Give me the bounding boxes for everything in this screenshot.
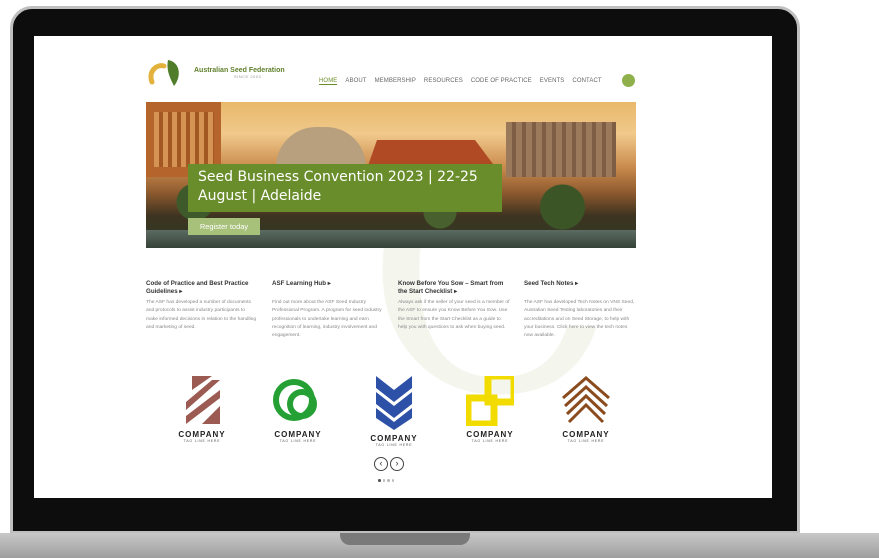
logo-subtitle: SINCE 2003 xyxy=(234,74,262,79)
feature-columns: Code of Practice and Best Practice Guide… xyxy=(146,280,636,340)
partner-name: COMPANY xyxy=(562,430,610,439)
hero-headline: Seed Business Convention 2023 | 22-25 Au… xyxy=(188,164,502,212)
feature-title-link[interactable]: Seed Tech Notes ▸ xyxy=(524,280,636,296)
partner-tagline: TAG LINE HERE xyxy=(279,439,317,443)
feature-title-link[interactable]: Code of Practice and Best Practice Guide… xyxy=(146,280,258,296)
feature-body: Always ask if the seller of your seed is… xyxy=(398,300,510,330)
nav-resources[interactable]: RESOURCES xyxy=(424,78,463,85)
nav-about[interactable]: ABOUT xyxy=(345,78,366,85)
feature-body: The ASF has developed a number of docume… xyxy=(146,300,257,330)
arrow-icon: ▸ xyxy=(454,287,458,295)
rings-logo-icon xyxy=(273,379,317,421)
feature-column: Seed Tech Notes ▸ The ASF has developed … xyxy=(524,280,636,340)
feature-title: Seed Tech Notes xyxy=(524,280,574,287)
feature-body: The ASF has developed Tech Notes on VNS … xyxy=(524,300,635,339)
carousel-dot[interactable] xyxy=(387,479,390,482)
partner-tagline: TAG LINE HERE xyxy=(471,439,509,443)
nav-code-of-practice[interactable]: CODE OF PRACTICE xyxy=(471,78,532,85)
partner-logo[interactable]: COMPANY TAG LINE HERE xyxy=(169,376,235,447)
building-windows xyxy=(154,112,214,167)
feature-column: Know Before You Sow – Smart from the Sta… xyxy=(398,280,510,340)
carousel-dot[interactable] xyxy=(382,479,385,482)
partner-logos-carousel: COMPANY TAG LINE HERE COMPANY TAG LINE H… xyxy=(169,376,619,447)
dome-building xyxy=(276,127,366,167)
partner-logo[interactable]: COMPANY TAG LINE HERE xyxy=(457,376,523,447)
arrow-icon: ▸ xyxy=(179,287,183,295)
partner-name: COMPANY xyxy=(466,430,514,439)
partner-tagline: TAG LINE HERE xyxy=(567,439,605,443)
nav-membership[interactable]: MEMBERSHIP xyxy=(375,78,416,85)
arrow-icon: ▸ xyxy=(575,280,579,287)
partner-name: COMPANY xyxy=(274,430,322,439)
house-stripes-logo-icon xyxy=(562,376,610,424)
partner-name: COMPANY xyxy=(370,434,418,443)
carousel-dot[interactable] xyxy=(391,479,394,482)
feature-column: Code of Practice and Best Practice Guide… xyxy=(146,280,258,340)
chevron-right-icon[interactable]: › xyxy=(390,457,404,471)
carousel-controls: ‹ › xyxy=(374,457,404,471)
main-nav: HOME ABOUT MEMBERSHIP RESOURCES CODE OF … xyxy=(319,78,602,85)
feature-title: Code of Practice and Best Practice Guide… xyxy=(146,280,249,295)
search-icon[interactable] xyxy=(622,74,635,87)
hero-image: Seed Business Convention 2023 | 22-25 Au… xyxy=(146,102,636,248)
building-right xyxy=(506,122,616,177)
nav-home[interactable]: HOME xyxy=(319,78,338,85)
square-blocks-logo-icon xyxy=(466,376,514,426)
register-today-button[interactable]: Register today xyxy=(188,218,260,235)
partner-logo[interactable]: COMPANY TAG LINE HERE xyxy=(553,376,619,447)
logo-title: Australian Seed Federation xyxy=(194,67,285,74)
site-logo[interactable]: Australian Seed Federation SINCE 2003 xyxy=(146,56,285,90)
chevron-shield-logo-icon xyxy=(376,376,412,430)
partner-logo[interactable]: COMPANY TAG LINE HERE xyxy=(361,376,427,447)
arrow-icon: ▸ xyxy=(327,280,331,287)
feature-title-link[interactable]: Know Before You Sow – Smart from the Sta… xyxy=(398,280,510,296)
carousel-dot[interactable] xyxy=(378,479,381,482)
feature-title: ASF Learning Hub xyxy=(272,280,326,287)
feature-body: Find out more about the ASF Seed Industr… xyxy=(272,300,382,339)
partner-name: COMPANY xyxy=(178,430,226,439)
laptop-notch xyxy=(340,533,470,545)
nav-events[interactable]: EVENTS xyxy=(540,78,565,85)
seed-logo-icon xyxy=(146,56,188,90)
chevron-left-icon[interactable]: ‹ xyxy=(374,457,388,471)
partner-logo[interactable]: COMPANY TAG LINE HERE xyxy=(265,376,331,447)
partner-tagline: TAG LINE HERE xyxy=(375,443,413,447)
nav-contact[interactable]: CONTACT xyxy=(572,78,601,85)
partner-tagline: TAG LINE HERE xyxy=(183,439,221,443)
browser-screen: C Australian Seed Federation SINCE 2003 … xyxy=(34,36,772,498)
feature-column: ASF Learning Hub ▸ Find out more about t… xyxy=(272,280,384,340)
carousel-dots xyxy=(378,479,394,482)
feature-title-link[interactable]: ASF Learning Hub ▸ xyxy=(272,280,384,296)
stripes-logo-icon xyxy=(186,376,220,424)
feature-title: Know Before You Sow – Smart from the Sta… xyxy=(398,280,504,295)
